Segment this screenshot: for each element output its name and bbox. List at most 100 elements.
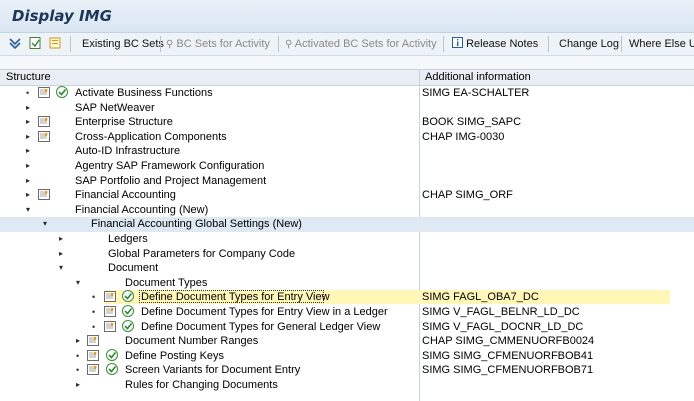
execute-activity-icon[interactable] <box>106 363 118 376</box>
application-toolbar: Existing BC Sets ⚲ BC Sets for Activity … <box>0 33 694 56</box>
tree-row[interactable]: ▸ SAP Portfolio and Project Management <box>0 174 694 189</box>
tree-row[interactable]: • Screen Variants for Document Entry SIM… <box>0 363 694 378</box>
additional-info: CHAP SIMG_CMMENUORFB0024 <box>422 335 595 348</box>
execute-activity-icon[interactable] <box>106 348 118 361</box>
change-log-button[interactable]: Change Log <box>559 36 619 52</box>
additional-info: CHAP IMG-0030 <box>422 130 505 143</box>
tree-node-label[interactable]: Enterprise Structure <box>75 115 173 129</box>
collapse-triangle-icon[interactable]: ▾ <box>24 205 32 214</box>
tree-node-label[interactable]: Define Posting Keys <box>125 349 224 363</box>
tree-node-label[interactable]: Define Document Types for Entry View <box>141 290 330 304</box>
additional-info: SIMG FAGL_OBA7_DC <box>422 291 539 304</box>
documentation-icon[interactable] <box>104 291 116 303</box>
toolbar-spacer <box>0 56 694 69</box>
expand-triangle-icon[interactable]: ▸ <box>24 118 32 126</box>
documentation-icon[interactable] <box>104 320 116 332</box>
expand-triangle-icon[interactable]: ▸ <box>57 249 65 258</box>
additional-info: SIMG V_FAGL_BELNR_LD_DC <box>422 306 580 318</box>
collapse-triangle-icon[interactable]: ▾ <box>41 220 49 228</box>
additional-info: SIMG SIMG_CFMENUORFBOB41 <box>422 349 594 362</box>
tree-node-label[interactable]: Financial Accounting Global Settings (Ne… <box>91 217 302 231</box>
tree-row[interactable]: ▸ Global Parameters for Company Code <box>0 247 694 262</box>
documentation-icon[interactable] <box>87 349 99 361</box>
structure-column-header[interactable]: Structure <box>6 71 51 83</box>
tree-node-label[interactable]: Ledgers <box>108 232 148 246</box>
tree-row-selected[interactable]: • Define Document Types for Entry View S… <box>0 290 694 305</box>
activated-bc-sets-button[interactable]: ⚲ Activated BC Sets for Activity <box>285 36 437 52</box>
title-bar: Display IMG <box>0 0 694 33</box>
documentation-icon[interactable] <box>38 130 50 142</box>
tree-node-label[interactable]: Financial Accounting (New) <box>75 203 208 217</box>
additional-info-column-header[interactable]: Additional information <box>425 71 531 83</box>
tree-node-label[interactable]: Global Parameters for Company Code <box>108 247 295 261</box>
notes-icon[interactable] <box>48 36 62 52</box>
tree-row[interactable]: ▸ SAP NetWeaver <box>0 101 694 116</box>
execute-activity-icon[interactable] <box>122 319 134 332</box>
tree-node-label[interactable]: Document Number Ranges <box>125 334 258 348</box>
expand-triangle-icon[interactable]: ▸ <box>74 381 82 389</box>
tree-node-label[interactable]: Rules for Changing Documents <box>125 378 278 392</box>
tree-node-label[interactable]: Document <box>108 261 158 275</box>
expand-triangle-icon[interactable]: ▸ <box>24 176 32 185</box>
release-notes-button[interactable]: Release Notes <box>452 36 538 52</box>
activated-bc-sets-label: Activated BC Sets for Activity <box>294 38 437 50</box>
documentation-icon[interactable] <box>38 116 50 128</box>
additional-info: SIMG V_FAGL_DOCNR_LD_DC <box>422 320 584 333</box>
tree-row[interactable]: ▾ Document Types <box>0 276 694 291</box>
expand-triangle-icon[interactable]: ▸ <box>24 162 32 170</box>
expand-triangle-icon[interactable]: ▸ <box>57 235 65 243</box>
where-used-icon[interactable] <box>28 36 42 52</box>
documentation-icon[interactable] <box>87 364 99 376</box>
bc-sets-for-activity-button[interactable]: ⚲ BC Sets for Activity <box>166 36 270 52</box>
expand-triangle-icon[interactable]: ▸ <box>24 147 32 155</box>
tree-row[interactable]: ▾ Financial Accounting (New) <box>0 203 694 218</box>
existing-bc-sets-button[interactable]: Existing BC Sets <box>82 36 164 52</box>
tree-node-label[interactable]: Activate Business Functions <box>75 86 213 100</box>
tree-node-label[interactable]: Financial Accounting <box>75 188 176 202</box>
documentation-icon[interactable] <box>87 335 99 347</box>
execute-activity-icon[interactable] <box>56 86 68 98</box>
tree-column-header: Structure Additional information <box>0 69 694 86</box>
tree-row[interactable]: ▸ Financial Accounting CHAP SIMG_ORF <box>0 188 694 203</box>
tree-row[interactable]: ▾ Document <box>0 261 694 276</box>
tree-row[interactable]: ▾ Financial Accounting Global Settings (… <box>0 217 694 232</box>
tree-row[interactable]: ▸ Ledgers <box>0 232 694 247</box>
activated-bc-set-icon: ⚲ <box>285 39 293 50</box>
tree-row[interactable]: ▸ Rules for Changing Documents <box>0 378 694 393</box>
expand-triangle-icon[interactable]: ▸ <box>24 103 32 112</box>
tree-row[interactable]: • Define Posting Keys SIMG SIMG_CFMENUOR… <box>0 348 694 364</box>
expand-all-icon[interactable] <box>8 36 22 52</box>
tree-node-label[interactable]: Cross-Application Components <box>75 130 227 144</box>
tree-row[interactable]: ▸ Cross-Application Components CHAP IMG-… <box>0 130 694 145</box>
tree-row[interactable]: ▸ Enterprise Structure BOOK SIMG_SAPC <box>0 115 694 130</box>
tree-node-label[interactable]: Document Types <box>125 276 207 290</box>
tree-node-label[interactable]: Auto-ID Infrastructure <box>75 144 180 158</box>
release-notes-label: Release Notes <box>466 38 539 50</box>
tree-row[interactable]: ▸ Document Number Ranges CHAP SIMG_CMMEN… <box>0 334 694 349</box>
documentation-icon[interactable] <box>104 306 116 317</box>
leaf-bullet: • <box>92 292 96 303</box>
tree-node-label[interactable]: Screen Variants for Document Entry <box>125 363 300 377</box>
collapse-triangle-icon[interactable]: ▾ <box>74 278 82 287</box>
expand-triangle-icon[interactable]: ▸ <box>74 337 82 345</box>
execute-activity-icon[interactable] <box>122 305 134 317</box>
tree-node-label[interactable]: Define Document Types for General Ledger… <box>141 320 380 334</box>
tree-node-label[interactable]: Agentry SAP Framework Configuration <box>75 159 264 173</box>
expand-triangle-icon[interactable]: ▸ <box>24 191 32 199</box>
collapse-triangle-icon[interactable]: ▾ <box>57 264 65 272</box>
tree-node-label[interactable]: Define Document Types for Entry View in … <box>141 305 388 319</box>
bc-set-icon: ⚲ <box>166 39 174 50</box>
tree-row[interactable]: • Define Document Types for General Ledg… <box>0 319 694 335</box>
where-else-used-button[interactable]: Where Else Us <box>629 36 694 52</box>
documentation-icon[interactable] <box>38 189 50 201</box>
expand-triangle-icon[interactable]: ▸ <box>24 132 32 141</box>
execute-activity-icon[interactable] <box>122 290 134 303</box>
documentation-icon[interactable] <box>38 87 50 98</box>
tree-row[interactable]: • Define Document Types for Entry View i… <box>0 305 694 320</box>
additional-info: CHAP SIMG_ORF <box>422 189 513 202</box>
tree-row[interactable]: • Activate Business Functions SIMG EA-SC… <box>0 86 694 101</box>
tree-row[interactable]: ▸ Auto-ID Infrastructure <box>0 144 694 159</box>
tree-node-label[interactable]: SAP Portfolio and Project Management <box>75 174 266 188</box>
tree-row[interactable]: ▸ Agentry SAP Framework Configuration <box>0 159 694 174</box>
tree-node-label[interactable]: SAP NetWeaver <box>75 101 155 115</box>
